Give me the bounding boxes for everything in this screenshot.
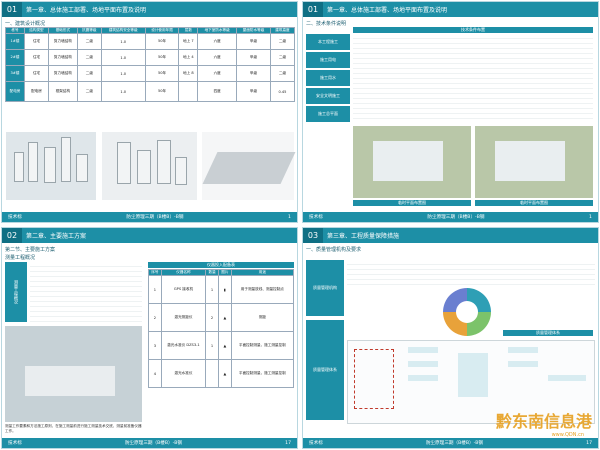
instrument-image: ▮	[217, 275, 232, 304]
section-title: 第二节、主要施工方案	[5, 247, 56, 253]
table-row: 1#楼 住宅 剪力墙结构 二级 1.0 50年 地上 7 六度 甲级 二级	[5, 33, 296, 50]
instrument-image: ▲	[217, 359, 232, 388]
page-panel-3: 02 第二章、主要施工方案 第二节、主要施工方案 测量工程概况 测量工程概况 仪…	[1, 227, 298, 449]
row-label: 测量工程概况	[5, 262, 27, 322]
map-caption: 临时平面布置图	[475, 200, 593, 206]
page-header: 02 第二章、主要施工方案	[2, 228, 297, 243]
building-render-2	[102, 132, 197, 200]
quality-cycle-center	[456, 301, 478, 323]
page-panel-1: 01 第一章、总体施工部署、场地平面布置及说明 一、建筑设计概况 栋号 结构类型…	[1, 1, 298, 223]
section-title: 一、建筑设计概况	[5, 21, 46, 27]
chapter-title: 第三章、工程质量保障措施	[327, 233, 400, 240]
row-label: 施工总平面	[306, 106, 350, 122]
chapter-number: 03	[303, 228, 323, 243]
page-footer: 技术标 防尘原理三期（B楼B）-B钢 1	[303, 212, 598, 222]
page-footer: 技术标 防尘原理三期（B楼B）-B钢 17	[2, 438, 297, 448]
page-header: 01 第一章、总体施工部署、场地平面布置及说明	[303, 2, 598, 17]
chapter-title: 第一章、总体施工部署、场地平面布置及说明	[327, 7, 448, 14]
chapter-number: 01	[2, 2, 22, 17]
chapter-title: 第一章、总体施工部署、场地平面布置及说明	[26, 7, 147, 14]
chapter-number: 02	[2, 228, 22, 243]
row-label: 质量管理机构	[306, 260, 344, 316]
table-row: 3#楼 住宅 剪力墙结构 二级 1.0 50年 地上 8 六度 甲级 二级	[5, 65, 296, 82]
building-overview-table: 栋号 结构类型 基础形式 抗震等级 建筑结构安全等级 设计使用年限 层数 地下室…	[5, 27, 296, 102]
page-panel-2: 01 第一章、总体施工部署、场地平面布置及说明 二、技术条件说明 技术条件布置 …	[302, 1, 599, 223]
page-footer: 技术标 防尘原理三期（B楼B）-B钢 17	[303, 438, 598, 448]
building-render-1	[6, 132, 96, 200]
table-row: 2#楼 住宅 剪力墙结构 二级 1.0 50年 地上 4 六度 甲级 二级	[5, 49, 296, 66]
text-block	[347, 260, 595, 286]
section-title: 二、技术条件说明	[306, 21, 347, 27]
org-chart-title: 质量管理体系	[503, 330, 593, 336]
chapter-title: 第二章、主要施工方案	[26, 233, 87, 240]
instrument-table-title: 仪器投入配备表	[148, 262, 294, 268]
document-spread: 01 第一章、总体施工部署、场地平面布置及说明 一、建筑设计概况 栋号 结构类型…	[0, 0, 600, 450]
row-label: 安全文明施工	[306, 88, 350, 104]
table-row: 2 激光测距仪 2 ▲ 测距	[148, 303, 295, 332]
site-plan-image-2	[475, 126, 593, 198]
chapter-number: 01	[303, 2, 323, 17]
box-title: 技术条件布置	[353, 27, 593, 33]
row-label: 本工程施工	[306, 34, 350, 50]
site-aerial-photo	[5, 326, 142, 422]
table-row: 1 GPS 接收机 1 ▮ 用于测量放线、测量控制点	[148, 275, 295, 304]
instrument-image: ▲	[217, 303, 232, 332]
row-label: 施工用电	[306, 52, 350, 68]
site-plan-image-1	[353, 126, 471, 198]
page-header: 01 第一章、总体施工部署、场地平面布置及说明	[2, 2, 297, 17]
map-caption: 临时平面布置图	[353, 200, 471, 206]
text-block	[353, 34, 593, 122]
watermark-logo: 黔东南信息港	[495, 412, 592, 431]
text-block	[30, 262, 142, 322]
row-label: 施工用水	[306, 70, 350, 86]
section-heading: 测量工程概况	[5, 255, 36, 261]
page-footer: 技术标 防尘原理三期（B楼B）-B钢 1	[2, 212, 297, 222]
row-label: 质量管理体系	[306, 320, 344, 420]
table-row: 配电房 配电房 框架结构 二级 1.0 50年 四度 甲级 0.45	[5, 81, 296, 102]
section-title: 一、质量管理机构及要求	[306, 247, 362, 253]
table-row: 3 激光水准仪 DZS3-1 1 ▲ 平面控制测量，施工测量控制	[148, 331, 295, 360]
page-header: 03 第三章、工程质量保障措施	[303, 228, 598, 243]
table-row: 4 激光水准仪 ▲ 平面控制测量，施工测量控制	[148, 359, 295, 388]
photo-caption: 测量工作要素和方法施工原则，在施工测量前进行施工测量技术交底，测量前准备仪器工作…	[5, 424, 142, 433]
instrument-table: 序号 仪器名称 数量 图片 用途 1 GPS 接收机 1 ▮ 用于测量放线、测量…	[148, 269, 295, 388]
instrument-image: ▲	[217, 331, 232, 360]
watermark-url: www.QDN.cn	[551, 432, 584, 438]
foundation-render	[202, 132, 296, 200]
